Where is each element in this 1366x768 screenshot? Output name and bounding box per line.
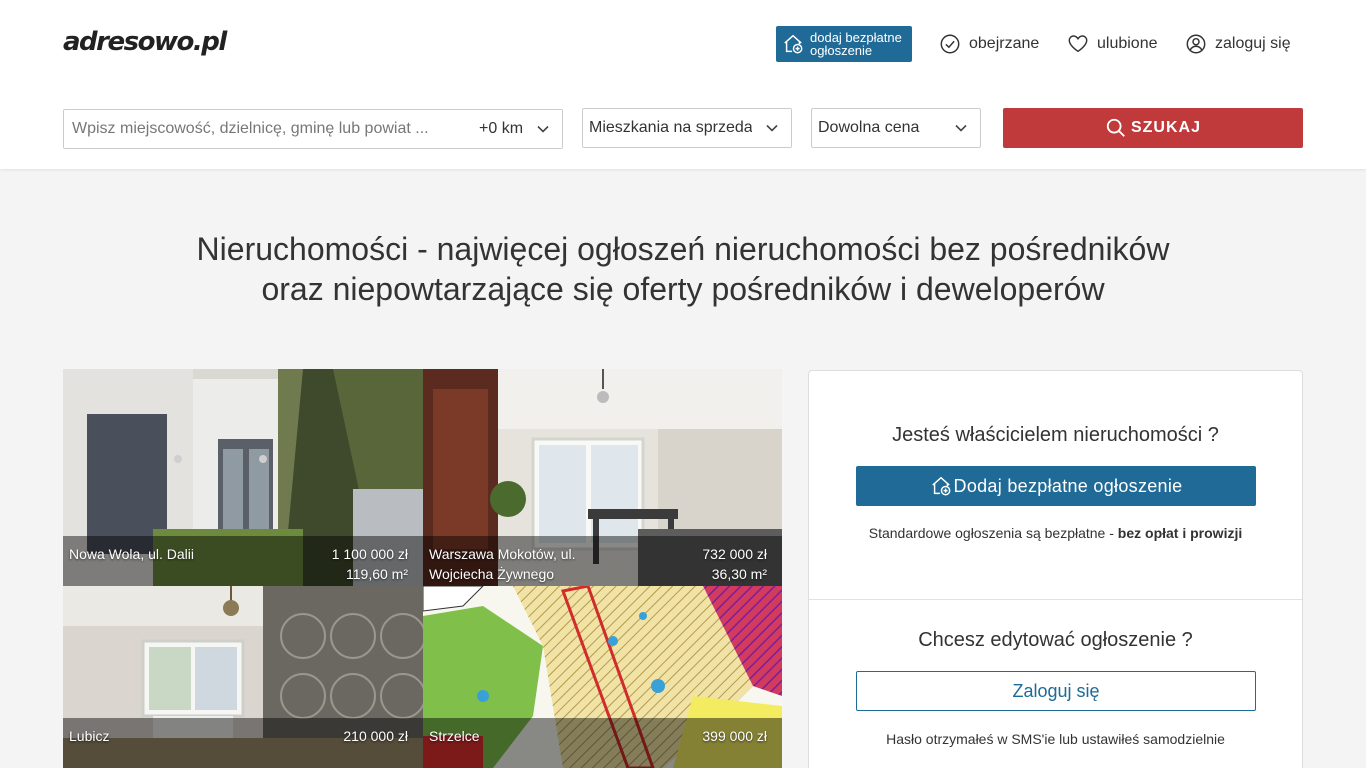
listing-price-block: 399 000 zł — [702, 726, 767, 746]
page-title-line-2: oraz niepowtarzające się oferty pośredni… — [261, 271, 1105, 307]
listing-price: 399 000 zł — [702, 728, 767, 744]
magnifier-icon — [1106, 118, 1125, 137]
page-title: Nieruchomości - najwięcej ogłoszeń nieru… — [0, 229, 1366, 309]
radius-select[interactable]: +0 km — [479, 120, 523, 138]
nav-favorites[interactable]: ulubione — [1067, 32, 1158, 56]
add-listing-label: dodaj bezpłatne ogłoszenie — [810, 30, 902, 58]
listing-location: Strzelce — [429, 728, 480, 744]
listing-price: 210 000 zł — [343, 728, 408, 744]
check-circle-icon — [940, 34, 960, 54]
owner-panel: Jesteś właścicielem nieruchomości ? Doda… — [808, 370, 1303, 768]
search-button[interactable]: SZUKAJ — [1003, 108, 1303, 148]
site-logo[interactable]: adresowo.pl — [63, 27, 227, 57]
listing-location: Nowa Wola, ul. Dalii — [69, 546, 195, 562]
listing-card[interactable]: Strzelce 399 000 zł — [423, 586, 782, 768]
location-search-input[interactable] — [64, 120, 464, 138]
listing-price: 1 100 000 zł — [331, 546, 408, 562]
listing-area: 119,60 m² — [346, 566, 408, 582]
nav-viewed[interactable]: obejrzane — [939, 32, 1039, 56]
listing-location: Warszawa Mokotów, ul. Wojciecha Żywnego — [429, 546, 576, 582]
listing-caption: Lubicz 210 000 zł — [63, 718, 423, 768]
user-circle-icon — [1186, 34, 1206, 54]
featured-listings-grid: Nowa Wola, ul. Dalii 1 100 000 zł 119,60… — [63, 369, 782, 768]
page-title-line-1: Nieruchomości - najwięcej ogłoszeń nieru… — [196, 231, 1170, 267]
nav-login-label: zaloguj się — [1215, 35, 1291, 52]
listing-card[interactable]: Warszawa Mokotów, ul. Wojciecha Żywnego … — [423, 369, 782, 586]
heart-icon — [1068, 35, 1088, 53]
listing-price-block: 1 100 000 zł 119,60 m² — [332, 544, 408, 584]
listing-caption: Nowa Wola, ul. Dalii 1 100 000 zł 119,60… — [63, 536, 423, 586]
chevron-down-icon[interactable] — [536, 122, 550, 136]
listing-price-block: 210 000 zł — [343, 726, 408, 746]
login-button[interactable]: Zaloguj się — [856, 671, 1256, 711]
edit-panel-title: Chcesz edytować ogłoszenie ? — [918, 629, 1193, 651]
category-select-value: Mieszkania na sprzedaż — [589, 119, 752, 136]
chevron-down-icon — [766, 124, 778, 132]
search-button-label: SZUKAJ — [1130, 119, 1201, 136]
edit-panel-note: Hasło otrzymałeś w SMS'ie lub ustawiłeś … — [886, 731, 1225, 747]
listing-caption: Warszawa Mokotów, ul. Wojciecha Żywnego … — [423, 536, 782, 586]
add-free-listing-label: Dodaj bezpłatne ogłoszenie — [953, 475, 1183, 496]
panel-divider — [809, 599, 1302, 600]
house-plus-icon — [784, 34, 803, 54]
category-select[interactable]: Mieszkania na sprzedaż — [582, 108, 792, 148]
location-search-box: +0 km — [63, 109, 563, 149]
listing-price-block: 732 000 zł 36,30 m² — [702, 544, 767, 584]
house-plus-icon — [931, 476, 950, 496]
chevron-down-icon — [955, 124, 967, 132]
listing-area: 36,30 m² — [711, 566, 767, 582]
owner-panel-title: Jesteś właścicielem nieruchomości ? — [892, 424, 1219, 446]
add-free-listing-button[interactable]: Dodaj bezpłatne ogłoszenie — [856, 466, 1256, 506]
owner-panel-note-text: Standardowe ogłoszenia są bezpłatne - — [868, 525, 1118, 541]
owner-panel-note: Standardowe ogłoszenia są bezpłatne - be… — [809, 525, 1302, 541]
listing-card[interactable]: Nowa Wola, ul. Dalii 1 100 000 zł 119,60… — [63, 369, 423, 586]
listing-location: Lubicz — [69, 728, 110, 744]
listing-card[interactable]: Lubicz 210 000 zł — [63, 586, 423, 768]
owner-panel-note-bold: bez opłat i prowizji — [1117, 525, 1243, 541]
nav-favorites-label: ulubione — [1097, 35, 1158, 52]
price-select-value: Dowolna cena — [818, 119, 920, 136]
price-select[interactable]: Dowolna cena — [811, 108, 981, 148]
listing-price: 732 000 zł — [702, 546, 767, 562]
nav-viewed-label: obejrzane — [969, 35, 1040, 52]
add-listing-button[interactable]: dodaj bezpłatne ogłoszenie — [776, 26, 912, 62]
nav-login[interactable]: zaloguj się — [1185, 32, 1291, 56]
site-header: adresowo.pl dodaj bezpłatne ogłoszenie o… — [0, 0, 1366, 169]
listing-caption: Strzelce 399 000 zł — [423, 718, 782, 768]
